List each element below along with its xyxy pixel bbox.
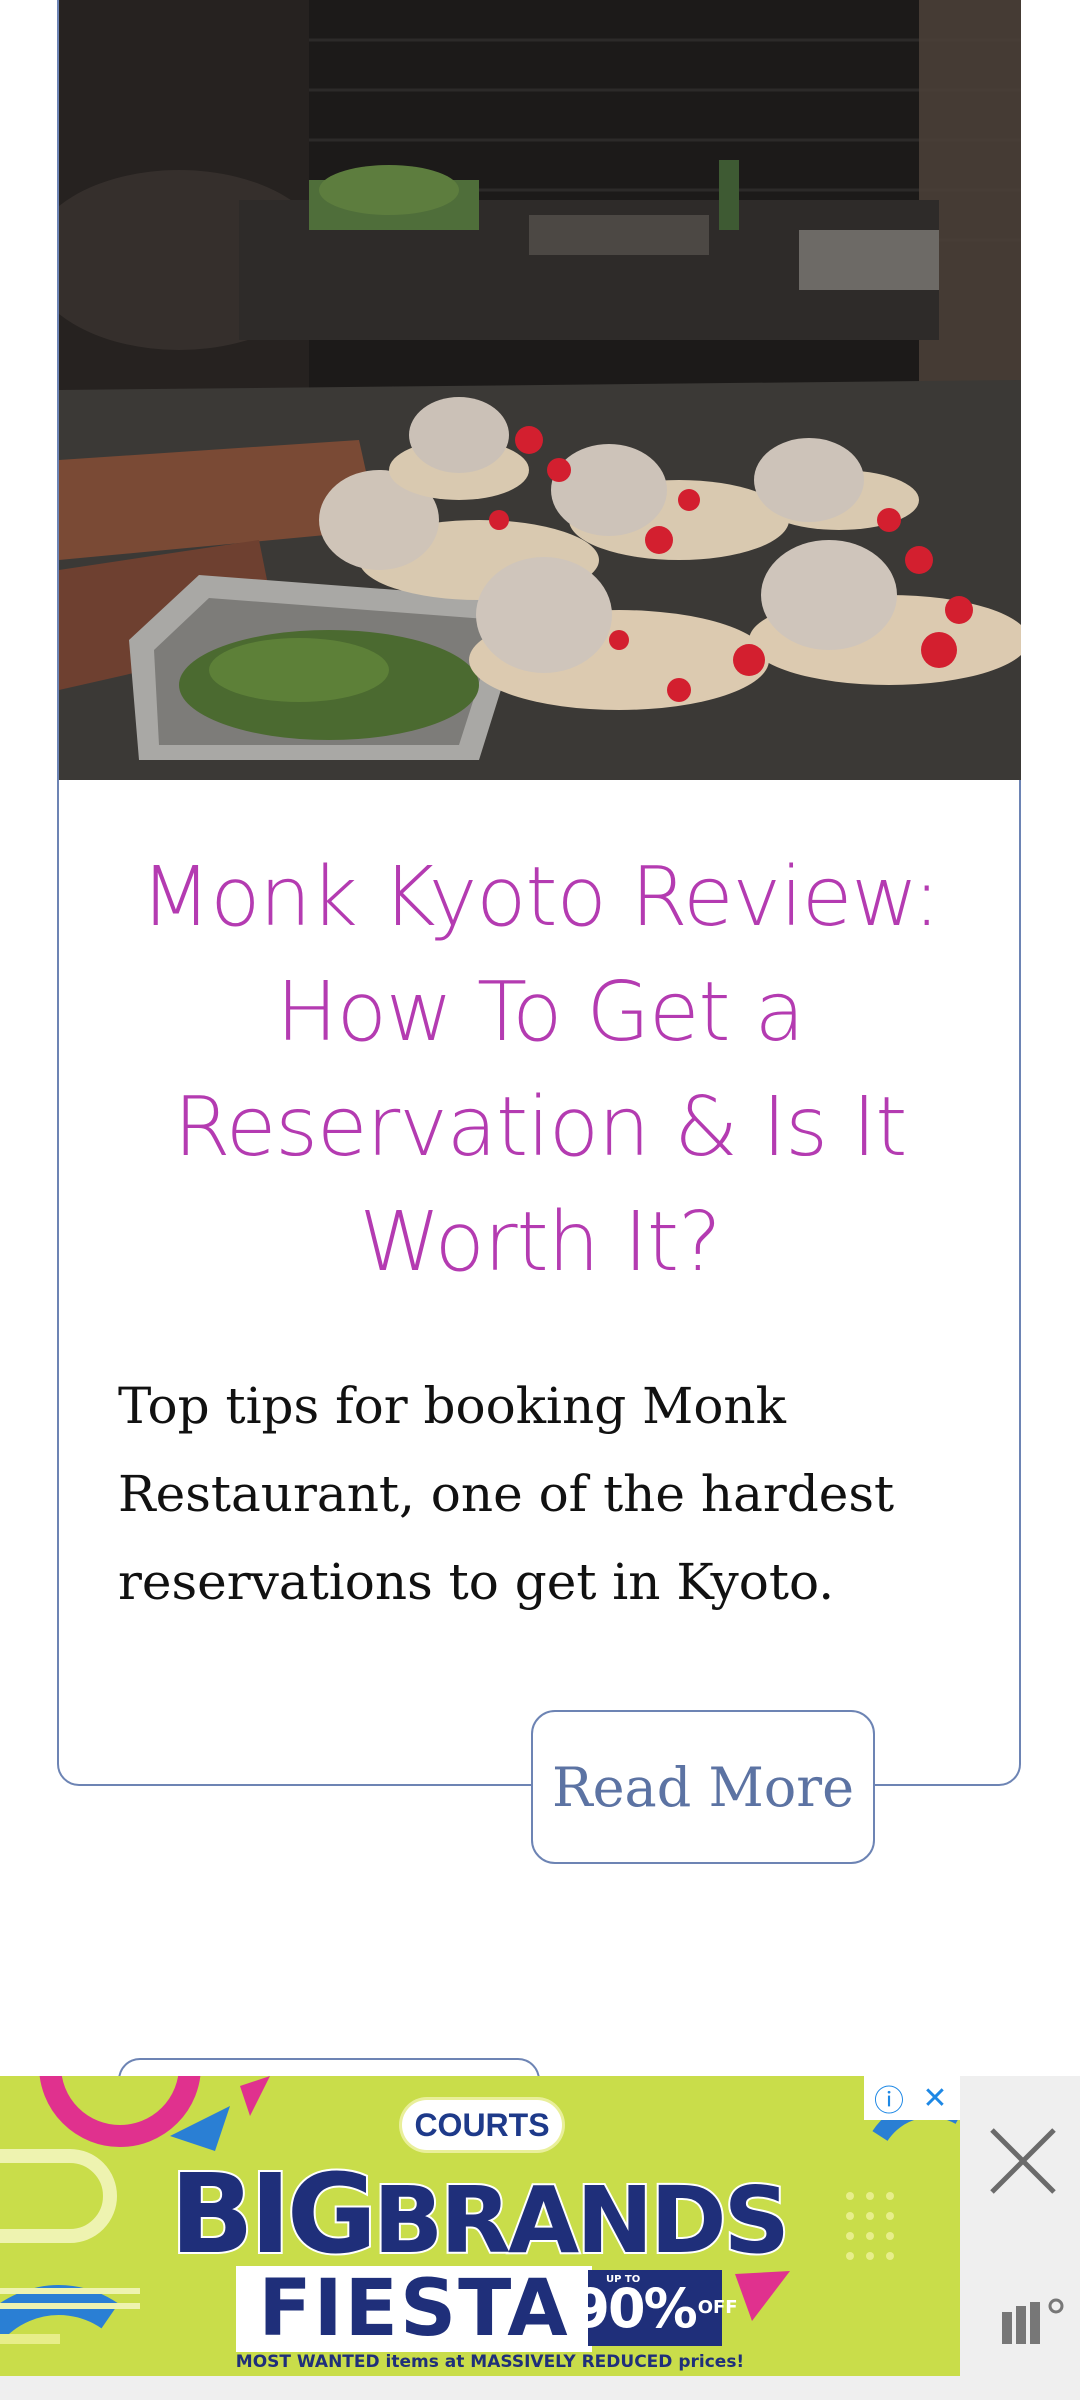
article-excerpt: Top tips for booking Monk Restaurant, on… [118,1377,895,1611]
ad-discount-value: 90% [572,2276,697,2340]
ad-network-logo-icon [1002,2298,1064,2344]
ad-brand-logo: COURTS [402,2100,562,2150]
ad-banner-container: COURTS BIG BRANDS FIESTA UP TO 90% OFF M… [0,2076,1080,2400]
ad-headline-fiesta: FIESTA [236,2264,592,2354]
ad-footer-text: MOST WANTED items at MASSIVELY REDUCED p… [235,2352,745,2372]
restaurant-kitchen-image [59,0,1021,780]
ad-headline: BIG BRANDS [168,2148,792,2280]
ad-banner[interactable]: COURTS BIG BRANDS FIESTA UP TO 90% OFF M… [0,2076,960,2376]
close-icon[interactable] [986,2124,1060,2198]
ad-headline-brands: BRANDS [371,2165,792,2276]
article-title[interactable]: Monk Kyoto Review: How To Get a Reservat… [100,840,980,1300]
ad-discount-upto: UP TO [606,2274,641,2285]
info-icon[interactable]: ⓘ [871,2080,907,2119]
ad-headline-big: BIG [168,2148,379,2280]
ad-choices[interactable]: ⓘ ✕ [864,2076,960,2120]
article-photo[interactable] [59,0,1021,780]
ad-discount-badge: UP TO 90% OFF [572,2270,738,2346]
ad-discount-off: OFF [697,2297,738,2318]
read-more-button[interactable]: Read More [531,1710,875,1864]
close-icon[interactable]: ✕ [917,2080,953,2116]
